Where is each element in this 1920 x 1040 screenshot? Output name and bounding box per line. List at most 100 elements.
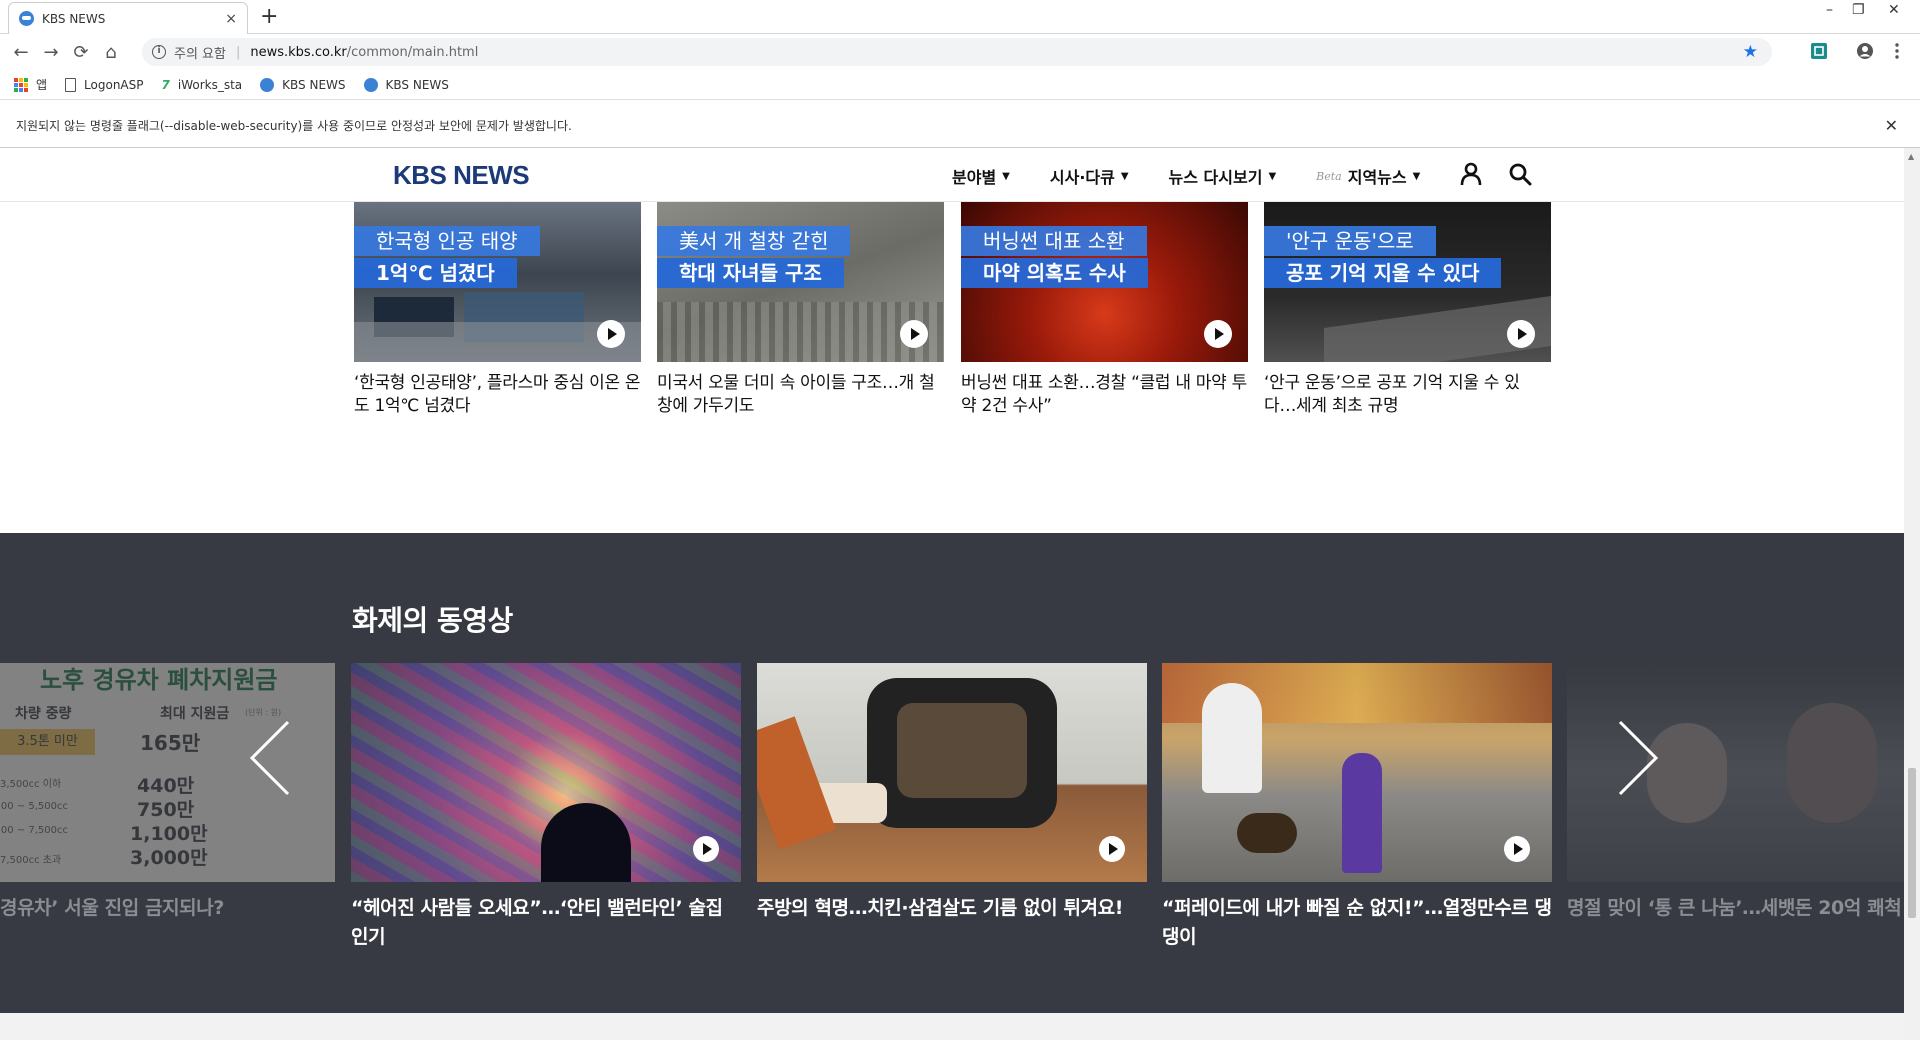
video-thumbnail[interactable] — [1162, 663, 1552, 882]
address-separator: | — [235, 44, 241, 60]
table-cell-amount: 440만 — [137, 775, 195, 797]
profile-icon[interactable] — [1856, 42, 1874, 60]
caret-down-icon: ▼ — [1412, 170, 1421, 182]
table-cell-weight: 3,500 ~ 5,500cc — [0, 801, 68, 812]
news-thumbnail[interactable]: 버닝썬 대표 소환 마약 의혹도 수사 — [961, 202, 1248, 362]
thumbnail-caption: 공포 기억 지울 수 있다 — [1264, 258, 1502, 288]
menu-item-replay[interactable]: 뉴스 다시보기 ▼ — [1169, 164, 1277, 188]
play-icon[interactable] — [597, 320, 625, 348]
kbs-favicon-icon — [260, 77, 275, 92]
forward-icon[interactable]: → — [36, 42, 66, 63]
thumbnail-caption: 한국형 인공 태양 — [354, 226, 540, 256]
bookmark-label: LogonASP — [84, 77, 144, 92]
bookmark-iworks[interactable]: 7 iWorks_sta — [162, 78, 243, 92]
video-title[interactable]: 주방의 혁명…치킨·삼겹살도 기름 없이 튀겨요! — [757, 894, 1147, 923]
play-icon[interactable] — [1099, 836, 1125, 862]
table-cell-amount: 750만 — [137, 799, 195, 821]
video-title[interactable]: 경유차’ 서울 진입 금지되나? — [0, 894, 335, 923]
video-card[interactable]: “헤어진 사람들 오세요”…‘안티 밸런타인’ 술집 인기 — [351, 663, 741, 952]
restore-icon[interactable]: ❐ — [1852, 2, 1865, 18]
bookmark-label: KBS NEWS — [282, 77, 346, 92]
play-icon[interactable] — [900, 320, 928, 348]
thumbnail-caption: 버닝썬 대표 소환 — [961, 226, 1147, 256]
search-icon[interactable] — [1508, 162, 1532, 186]
carousel-next-arrow-icon[interactable] — [1612, 718, 1662, 798]
menu-label: 뉴스 다시보기 — [1168, 168, 1263, 187]
page-scrollbar[interactable]: ▲ — [1904, 148, 1920, 1040]
menu-item-category[interactable]: 분야별 ▼ — [952, 164, 1010, 188]
minimize-icon[interactable]: – — [1826, 2, 1833, 18]
kbs-favicon-icon — [19, 11, 34, 26]
video-title[interactable]: 명절 맞이 ‘통 큰 나눔’…세뱃돈 20억 쾌척 — [1567, 894, 1904, 923]
video-card[interactable]: 주방의 혁명…치킨·삼겹살도 기름 없이 튀겨요! — [757, 663, 1147, 923]
video-title[interactable]: “헤어진 사람들 오세요”…‘안티 밸런타인’ 술집 인기 — [351, 894, 741, 952]
home-icon[interactable]: ⌂ — [96, 42, 126, 63]
caret-down-icon: ▼ — [1002, 170, 1010, 182]
table-cell-weight: 3.5톤 미만 — [0, 729, 95, 755]
bookmark-kbs-news-1[interactable]: KBS NEWS — [260, 77, 346, 92]
url-path: /common/main.html — [346, 44, 479, 60]
footer-strip — [0, 1013, 1904, 1040]
play-icon[interactable] — [693, 836, 719, 862]
browser-tab-bar: KBS NEWS × + – ❐ ✕ — [0, 0, 1920, 34]
back-icon[interactable]: ← — [6, 42, 36, 63]
news-thumbnail[interactable]: 美서 개 철창 갇힌 학대 자녀들 구조 — [657, 202, 944, 362]
table-unit: (단위 : 원) — [245, 708, 282, 717]
news-card[interactable]: '안구 운동'으로 공포 기억 지울 수 있다 ‘안구 운동’으로 공포 기억 … — [1264, 202, 1551, 418]
news-title[interactable]: 미국서 오물 더미 속 아이들 구조…개 철창에 가두기도 — [657, 372, 944, 418]
video-card[interactable]: “퍼레이드에 내가 빠질 순 없지!”…열정만수르 댕댕이 — [1162, 663, 1552, 952]
bookmark-logonasp[interactable]: LogonASP — [65, 77, 144, 92]
site-logo[interactable]: KBS NEWS — [393, 160, 530, 191]
news-thumbnail[interactable]: 한국형 인공 태양 1억℃ 넘겼다 — [354, 202, 641, 362]
table-cell-weight: 3,500cc 이하 — [0, 779, 62, 790]
section-heading: 화제의 동영상 — [352, 604, 513, 637]
apps-grid-icon — [14, 77, 28, 92]
info-icon[interactable]: i — [152, 45, 166, 59]
kbs-favicon-icon — [363, 77, 378, 92]
extension-icon[interactable] — [1810, 42, 1828, 60]
infobar-close-icon[interactable]: ✕ — [1885, 116, 1898, 135]
more-menu-icon[interactable] — [1894, 42, 1900, 60]
menu-item-docu[interactable]: 시사·다큐 ▼ — [1050, 164, 1129, 188]
user-icon[interactable] — [1460, 162, 1482, 186]
trending-videos-section: 화제의 동영상 노후 경유차 폐차지원금 차량 중량 최대 지원금 (단위 : … — [0, 533, 1904, 1013]
play-icon[interactable] — [1204, 320, 1232, 348]
beta-badge: Beta — [1316, 169, 1342, 183]
bookmark-label: iWorks_sta — [177, 77, 243, 92]
bookmark-kbs-news-2[interactable]: KBS NEWS — [363, 77, 449, 92]
address-bar[interactable]: i 주의 요함 | news.kbs.co.kr /common/main.ht… — [142, 38, 1772, 66]
window-close-icon[interactable]: ✕ — [1888, 2, 1900, 18]
table-cell-weight: 7,500cc 초과 — [0, 855, 62, 866]
news-card[interactable]: 美서 개 철창 갇힌 학대 자녀들 구조 미국서 오물 더미 속 아이들 구조…… — [657, 202, 944, 418]
thumbnail-caption: 1억℃ 넘겼다 — [354, 258, 517, 288]
bookmark-apps[interactable]: 앱 — [14, 76, 47, 93]
video-thumbnail[interactable] — [757, 663, 1147, 882]
security-infobar: 지원되지 않는 명령줄 플래그(--disable-web-security)를… — [0, 104, 1920, 148]
news-title[interactable]: ‘한국형 인공태양’, 플라스마 중심 이온 온도 1억℃ 넘겼다 — [354, 372, 641, 418]
news-card[interactable]: 버닝썬 대표 소환 마약 의혹도 수사 버닝썬 대표 소환…경찰 “클럽 내 마… — [961, 202, 1248, 418]
table-head-amount: 최대 지원금 — [160, 706, 230, 722]
carousel-prev-arrow-icon[interactable] — [246, 718, 296, 798]
news-title[interactable]: ‘안구 운동’으로 공포 기억 지울 수 있다…세계 최초 규명 — [1264, 372, 1551, 418]
video-thumbnail[interactable] — [351, 663, 741, 882]
news-card[interactable]: 한국형 인공 태양 1억℃ 넘겼다 ‘한국형 인공태양’, 플라스마 중심 이온… — [354, 202, 641, 418]
browser-tab[interactable]: KBS NEWS × — [8, 2, 248, 34]
menu-item-local[interactable]: Beta 지역뉴스 ▼ — [1316, 164, 1420, 188]
news-title[interactable]: 버닝썬 대표 소환…경찰 “클럽 내 마약 투약 2건 수사” — [961, 372, 1248, 418]
play-icon[interactable] — [1504, 836, 1530, 862]
table-cell-amount: 3,000만 — [130, 847, 208, 869]
video-title[interactable]: “퍼레이드에 내가 빠질 순 없지!”…열정만수르 댕댕이 — [1162, 894, 1552, 952]
bookmark-label: 앱 — [36, 78, 48, 92]
thumbnail-caption: 학대 자녀들 구조 — [657, 258, 844, 288]
scroll-up-icon[interactable]: ▲ — [1908, 152, 1914, 161]
new-tab-button[interactable]: + — [260, 4, 278, 30]
scrollbar-thumb[interactable] — [1908, 768, 1916, 918]
bookmark-star-icon[interactable]: ★ — [1743, 42, 1758, 62]
play-icon[interactable] — [1507, 320, 1535, 348]
thumbnail-caption: '안구 운동'으로 — [1264, 226, 1436, 256]
tab-close-icon[interactable]: × — [225, 11, 237, 27]
menu-label: 분야별 — [952, 168, 997, 187]
news-thumbnail[interactable]: '안구 운동'으로 공포 기억 지울 수 있다 — [1264, 202, 1551, 362]
reload-icon[interactable]: ⟳ — [66, 42, 96, 63]
iworks-icon: 7 — [161, 77, 170, 92]
